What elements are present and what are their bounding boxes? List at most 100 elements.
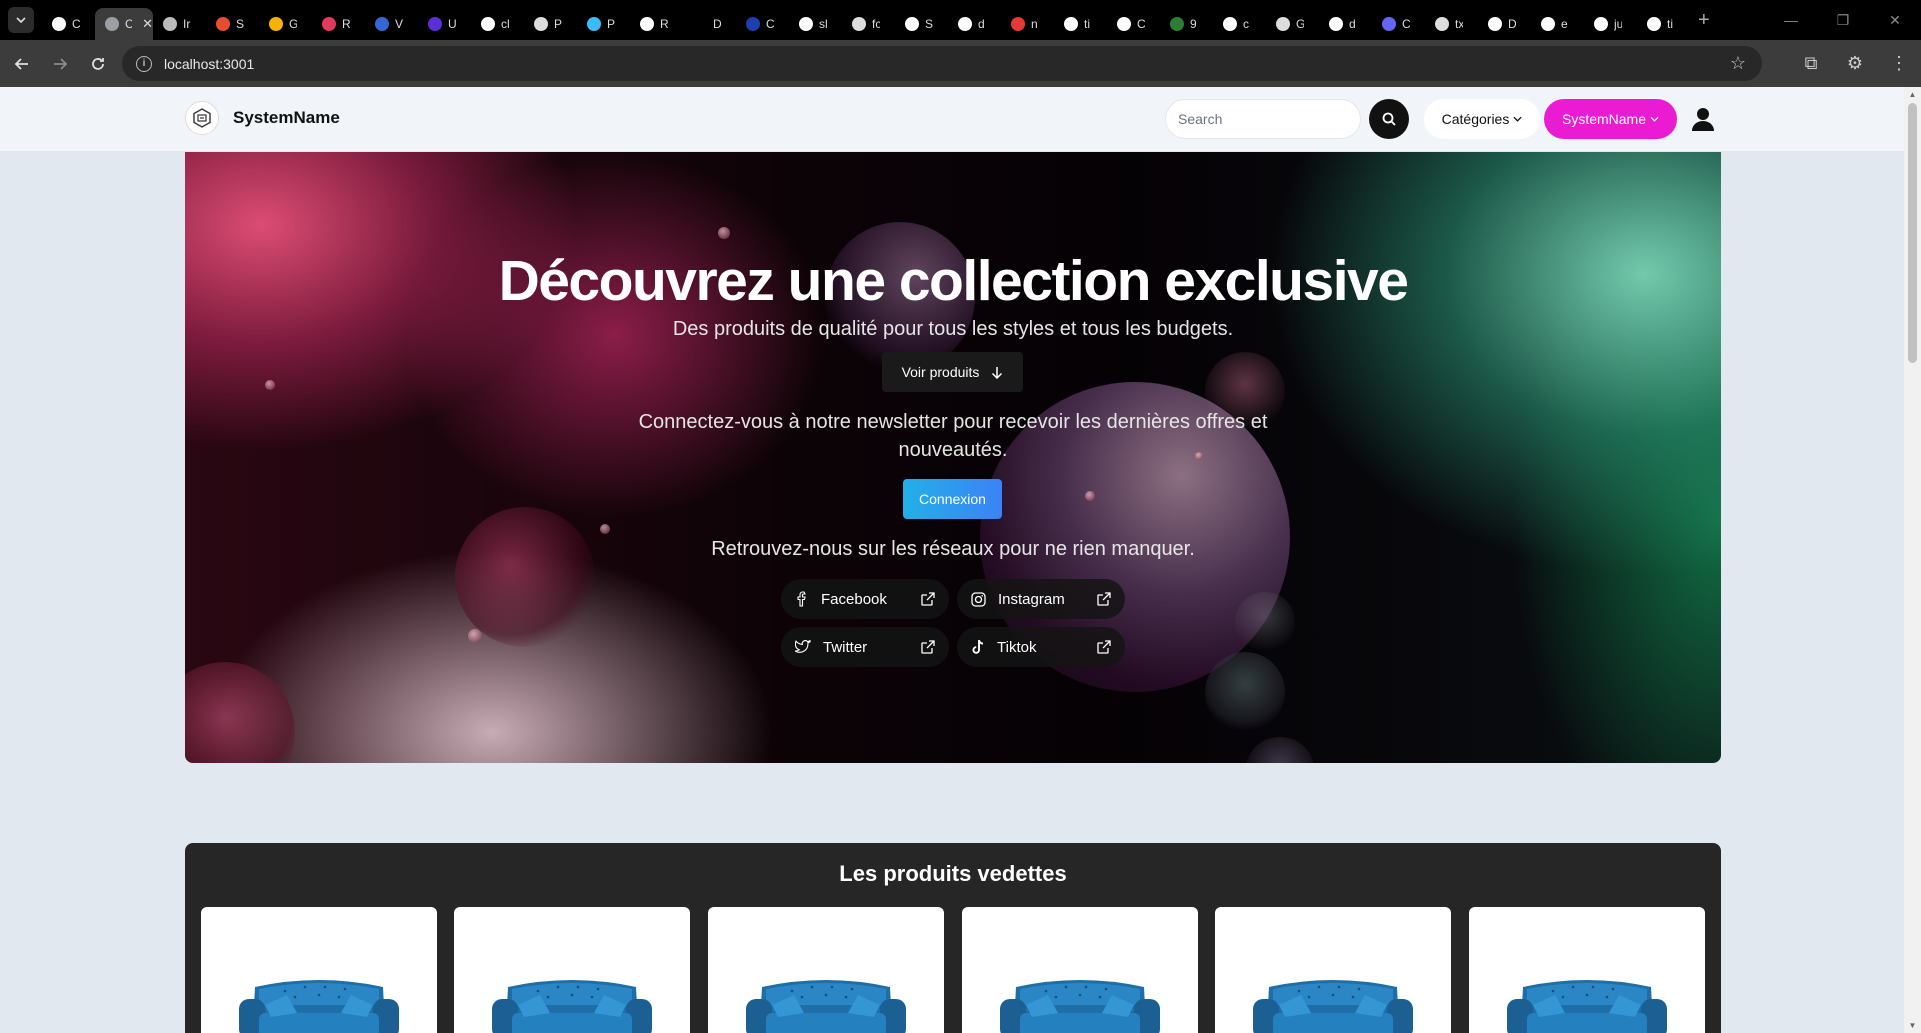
newsletter-text: Connectez-vous à notre newsletter pour r…	[638, 411, 1268, 461]
scrollbar-thumb[interactable]	[1908, 103, 1917, 363]
arrow-left-icon	[14, 57, 28, 70]
browser-tab[interactable]: D	[1478, 8, 1531, 40]
browser-tab[interactable]: ti	[1054, 8, 1107, 40]
browser-menu-icon[interactable]: ⋮	[1877, 53, 1921, 74]
browser-tab[interactable]: 9	[1160, 8, 1213, 40]
product-card[interactable]	[962, 907, 1198, 1033]
browser-tab[interactable]: e	[1531, 8, 1584, 40]
browser-tab[interactable]: d	[948, 8, 1001, 40]
browser-tab[interactable]: S	[206, 8, 259, 40]
browser-tab[interactable]: ju	[1584, 8, 1637, 40]
tab-favicon-icon	[1223, 17, 1237, 31]
brand[interactable]: SystemName	[185, 101, 340, 135]
close-window-button[interactable]: ✕	[1869, 0, 1921, 40]
browser-tab[interactable]: S	[895, 8, 948, 40]
bookmark-star-icon[interactable]: ☆	[1730, 53, 1746, 74]
twitter-link[interactable]: Twitter	[781, 627, 949, 667]
tab-search-button[interactable]	[8, 7, 34, 33]
tiktok-label: Tiktok	[997, 638, 1037, 656]
scroll-up-arrow[interactable]: ▲	[1904, 90, 1921, 99]
tab-favicon-icon	[481, 17, 495, 31]
forward-button[interactable]	[44, 48, 76, 80]
user-icon	[1692, 108, 1714, 131]
back-button[interactable]	[6, 48, 38, 80]
product-card[interactable]	[201, 907, 437, 1033]
tab-favicon-icon	[1170, 17, 1184, 31]
product-card[interactable]	[1469, 907, 1705, 1033]
tab-favicon-icon	[1647, 17, 1661, 31]
profile-extension-icon[interactable]: ⚙	[1833, 53, 1877, 74]
search-input[interactable]	[1165, 99, 1361, 139]
brand-name: SystemName	[233, 108, 340, 127]
browser-tab[interactable]: C	[1372, 8, 1425, 40]
tab-title: ti	[1667, 17, 1673, 31]
categories-dropdown[interactable]: Catégories	[1424, 99, 1540, 139]
browser-tab[interactable]: D	[683, 8, 736, 40]
reload-button[interactable]	[82, 48, 114, 80]
tab-title: S	[236, 17, 244, 31]
categories-label: Catégories	[1441, 111, 1510, 127]
browser-tab[interactable]: tx	[1425, 8, 1478, 40]
minimize-button[interactable]: —	[1765, 0, 1817, 40]
tab-favicon-icon	[52, 17, 66, 31]
site-header: SystemName Catégories SystemName	[0, 87, 1904, 152]
product-card[interactable]	[454, 907, 690, 1033]
instagram-link[interactable]: Instagram	[957, 579, 1125, 619]
browser-tab[interactable]: G	[1266, 8, 1319, 40]
browser-tab[interactable]: R	[630, 8, 683, 40]
search-button[interactable]	[1369, 99, 1409, 139]
browser-tab[interactable]: n	[1001, 8, 1054, 40]
featured-products-section: Les produits vedettes	[185, 843, 1721, 1033]
login-button[interactable]: Connexion	[903, 479, 1002, 519]
close-tab-icon[interactable]: ✕	[142, 16, 153, 32]
address-bar[interactable]: i localhost:3001 ☆	[122, 46, 1762, 81]
page-scrollbar[interactable]: ▲ ▼	[1904, 87, 1921, 1033]
browser-tab[interactable]: sl	[789, 8, 842, 40]
tab-strip: C C ✕ Ir S G R V Ucl P P R D Csl fc Sd n ti C 9 c Gd Ctx De ju ti	[42, 0, 1690, 40]
browser-tab[interactable]: C	[42, 8, 95, 40]
chevron-down-icon	[16, 17, 26, 23]
external-link-icon	[1097, 592, 1111, 606]
facebook-link[interactable]: Facebook	[781, 579, 949, 619]
browser-tab[interactable]: Ir	[153, 8, 206, 40]
facebook-label: Facebook	[821, 590, 887, 608]
browser-tab[interactable]: U	[418, 8, 471, 40]
browser-tab[interactable]: cl	[471, 8, 524, 40]
tiktok-link[interactable]: Tiktok	[957, 627, 1125, 667]
view-products-button[interactable]: Voir produits	[882, 352, 1023, 392]
tab-title: d	[1349, 17, 1356, 31]
browser-tab[interactable]: d	[1319, 8, 1372, 40]
new-tab-button[interactable]: +	[1698, 9, 1710, 32]
tab-title: 9	[1190, 17, 1197, 31]
account-dropdown[interactable]: SystemName	[1544, 99, 1677, 139]
user-profile-button[interactable]	[1683, 99, 1723, 139]
browser-tab[interactable]: C ✕	[95, 8, 153, 40]
browser-tab[interactable]: ti	[1637, 8, 1690, 40]
scroll-down-arrow[interactable]: ▼	[1904, 1021, 1921, 1030]
tab-title: C	[72, 17, 80, 31]
browser-tab[interactable]: P	[577, 8, 630, 40]
browser-tab[interactable]: c	[1213, 8, 1266, 40]
browser-tab[interactable]: fc	[842, 8, 895, 40]
tiktok-icon	[972, 639, 984, 654]
arrow-right-icon	[54, 57, 68, 70]
maximize-button[interactable]: ❐	[1817, 0, 1869, 40]
tab-title: R	[660, 17, 668, 31]
tab-favicon-icon	[1329, 17, 1343, 31]
tab-title: V	[395, 17, 403, 31]
browser-tab[interactable]: P	[524, 8, 577, 40]
product-card[interactable]	[1215, 907, 1451, 1033]
search-icon	[1382, 112, 1396, 126]
browser-tab[interactable]: R	[312, 8, 365, 40]
extensions-icon[interactable]: ⧉	[1789, 53, 1833, 74]
site-info-icon[interactable]: i	[136, 55, 152, 72]
browser-tab[interactable]: V	[365, 8, 418, 40]
reload-icon	[92, 57, 104, 70]
product-image	[1503, 965, 1671, 1033]
browser-tab[interactable]: C	[1107, 8, 1160, 40]
browser-tab[interactable]: G	[259, 8, 312, 40]
tab-title: c	[1243, 17, 1249, 31]
product-card[interactable]	[708, 907, 944, 1033]
tab-title: C	[125, 17, 133, 31]
browser-tab[interactable]: C	[736, 8, 789, 40]
